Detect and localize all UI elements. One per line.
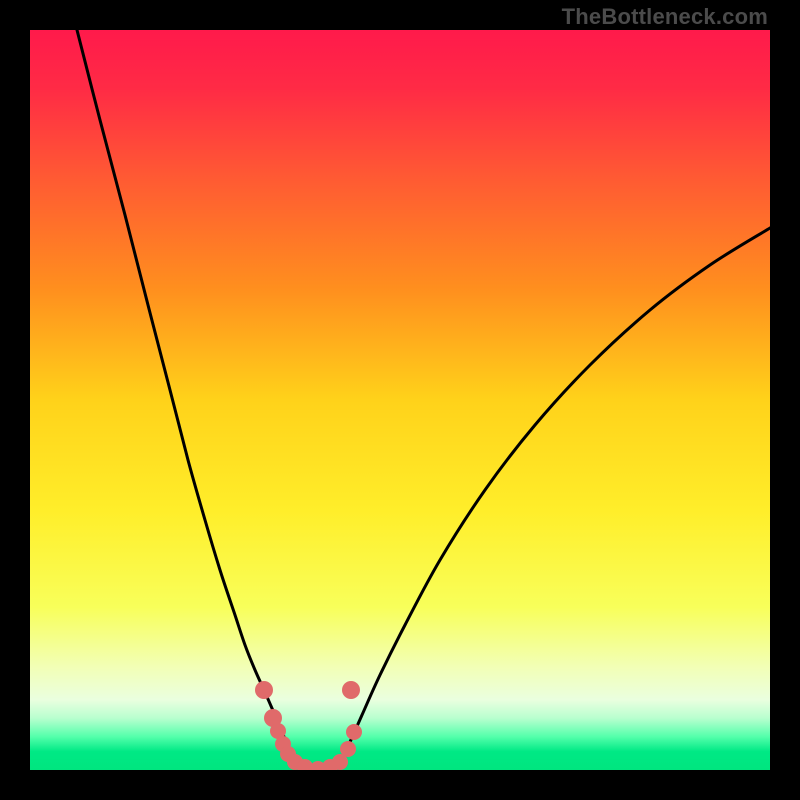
watermark-text: TheBottleneck.com: [562, 4, 768, 30]
chart-frame: TheBottleneck.com: [0, 0, 800, 800]
gradient-background: [30, 30, 770, 770]
marker-dot: [340, 741, 356, 757]
plot-area: [30, 30, 770, 770]
marker-dot: [346, 724, 362, 740]
marker-dot: [342, 681, 360, 699]
marker-dot: [255, 681, 273, 699]
chart-svg: [30, 30, 770, 770]
